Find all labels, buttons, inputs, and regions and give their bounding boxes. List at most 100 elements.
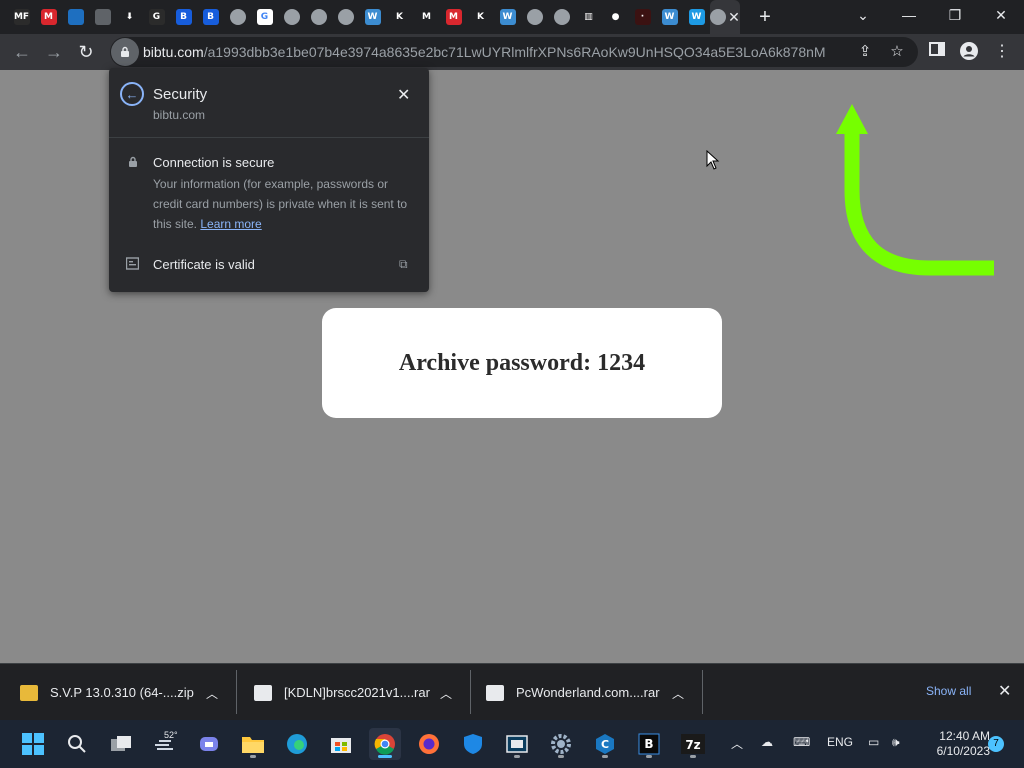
task-view-icon[interactable] <box>105 728 137 760</box>
mega-icon: M <box>445 9 462 25</box>
github-icon: ● <box>607 9 624 25</box>
browser-tab[interactable] <box>332 0 359 34</box>
reload-button[interactable]: ↻ <box>70 36 102 68</box>
browser-tab[interactable] <box>305 0 332 34</box>
file-explorer-icon[interactable] <box>237 728 269 760</box>
running-indicator <box>602 755 608 758</box>
running-indicator <box>646 755 652 758</box>
bitwarden-icon: B <box>202 9 219 25</box>
firefox-icon[interactable] <box>413 728 445 760</box>
browser-tab[interactable]: ● <box>602 0 629 34</box>
clock[interactable]: 12:40 AM 6/10/2023 <box>918 729 990 759</box>
chevron-up-icon[interactable]: ︿ <box>206 685 218 702</box>
video-app-icon[interactable] <box>501 728 533 760</box>
profile-icon[interactable] <box>959 42 979 62</box>
volume-icon[interactable]: 🕪 <box>892 735 900 750</box>
edge-icon[interactable] <box>281 728 313 760</box>
browser-tab[interactable] <box>62 0 89 34</box>
browser-tab[interactable]: ⬇ <box>116 0 143 34</box>
external-link-icon[interactable]: ⧉ <box>399 257 408 272</box>
browser-tab[interactable] <box>521 0 548 34</box>
download-item[interactable]: S.V.P 13.0.310 (64-....zip <box>20 664 194 721</box>
bookmark-star-icon[interactable]: ☆ <box>888 43 906 61</box>
browser-tab[interactable]: M <box>413 0 440 34</box>
address-bar[interactable]: bibtu.com/a1993dbb3e1be07b4e3974a8635e2b… <box>110 37 918 67</box>
url-host: bibtu.com <box>143 44 204 60</box>
download-item[interactable]: PcWonderland.com....rar <box>486 664 660 721</box>
browser-tab[interactable]: K <box>467 0 494 34</box>
close-download-bar-icon[interactable]: ✕ <box>998 681 1011 701</box>
browser-toolbar: ← → ↻ bibtu.com/a1993dbb3e1be07b4e3974a8… <box>0 34 1024 70</box>
globe-icon <box>553 9 570 25</box>
browser-tab[interactable]: MF <box>8 0 35 34</box>
tray-overflow-icon[interactable]: ︿ <box>731 735 743 752</box>
settings-gear-icon[interactable] <box>545 728 577 760</box>
teams-chat-icon[interactable] <box>193 728 225 760</box>
show-all-button[interactable]: Show all <box>926 684 971 698</box>
popup-divider <box>109 137 429 138</box>
minimize-button[interactable]: — <box>886 0 932 30</box>
network-icon[interactable]: ▭ <box>868 735 879 749</box>
share-icon[interactable]: ⇪ <box>856 43 874 61</box>
chrome-icon[interactable] <box>369 728 401 760</box>
new-tab-button[interactable]: + <box>750 6 780 29</box>
browser-tab[interactable]: G <box>143 0 170 34</box>
restore-button[interactable]: ❐ <box>932 0 978 30</box>
certificate-icon <box>126 257 139 270</box>
close-tab-icon[interactable]: ✕ <box>728 9 740 26</box>
connection-secure-description: Your information (for example, passwords… <box>153 174 415 234</box>
tab-search-icon[interactable]: ⌄ <box>840 0 886 30</box>
back-arrow-icon[interactable]: ← <box>120 82 144 106</box>
keyboard-icon[interactable]: ⌨ <box>793 735 810 749</box>
browser-tab[interactable]: G <box>251 0 278 34</box>
c-app-icon[interactable]: C <box>589 728 621 760</box>
b-app-icon[interactable]: B <box>633 728 665 760</box>
browser-tab[interactable]: W <box>656 0 683 34</box>
browser-tab[interactable]: ▥ <box>575 0 602 34</box>
site-info-button[interactable] <box>111 38 139 66</box>
divider <box>702 670 703 714</box>
microsoft-store-icon[interactable] <box>325 728 357 760</box>
chevron-up-icon[interactable]: ︿ <box>672 685 684 702</box>
browser-tab[interactable]: M <box>440 0 467 34</box>
weather-widget-icon[interactable]: 52° <box>149 728 181 760</box>
download-item[interactable]: [KDLN]brscc2021v1....rar <box>254 664 430 721</box>
back-button[interactable]: ← <box>6 36 38 68</box>
browser-tab[interactable]: · <box>629 0 656 34</box>
active-tab[interactable]: ✕ <box>710 0 740 34</box>
browser-tab[interactable]: B <box>170 0 197 34</box>
browser-tab[interactable] <box>89 0 116 34</box>
browser-tab[interactable]: B <box>197 0 224 34</box>
clock-date: 6/10/2023 <box>936 744 990 758</box>
search-icon[interactable] <box>61 728 93 760</box>
running-indicator <box>690 755 696 758</box>
chevron-up-icon[interactable]: ︿ <box>440 685 452 702</box>
globe-icon <box>283 9 300 25</box>
learn-more-link[interactable]: Learn more <box>200 217 261 231</box>
notification-badge[interactable]: 7 <box>988 736 1004 752</box>
library-icon: ▥ <box>580 9 597 25</box>
language-indicator[interactable]: ENG <box>827 735 853 749</box>
start-button[interactable] <box>17 728 49 760</box>
side-panel-icon[interactable] <box>927 42 947 62</box>
browser-tab[interactable]: K <box>386 0 413 34</box>
browser-tab[interactable]: W <box>683 0 710 34</box>
download-icon: ⬇ <box>121 9 138 25</box>
browser-tab[interactable] <box>548 0 575 34</box>
browser-tab[interactable] <box>278 0 305 34</box>
browser-tab[interactable] <box>224 0 251 34</box>
browser-tab[interactable]: M <box>35 0 62 34</box>
browser-tab[interactable]: W <box>494 0 521 34</box>
browser-tab[interactable]: W <box>359 0 386 34</box>
onedrive-icon[interactable]: ☁ <box>761 735 773 749</box>
close-window-button[interactable]: ✕ <box>978 0 1024 30</box>
certificate-valid-button[interactable]: Certificate is valid <box>153 257 255 272</box>
menu-icon[interactable]: ⋮ <box>992 42 1012 62</box>
close-popup-icon[interactable]: ✕ <box>397 85 410 105</box>
7zip-icon[interactable]: 7z <box>677 728 709 760</box>
wordpress-icon: W <box>499 9 516 25</box>
globe-icon <box>229 9 246 25</box>
clock-time: 12:40 AM <box>939 729 990 743</box>
security-shield-icon[interactable] <box>457 728 489 760</box>
forward-button[interactable]: → <box>38 36 70 68</box>
